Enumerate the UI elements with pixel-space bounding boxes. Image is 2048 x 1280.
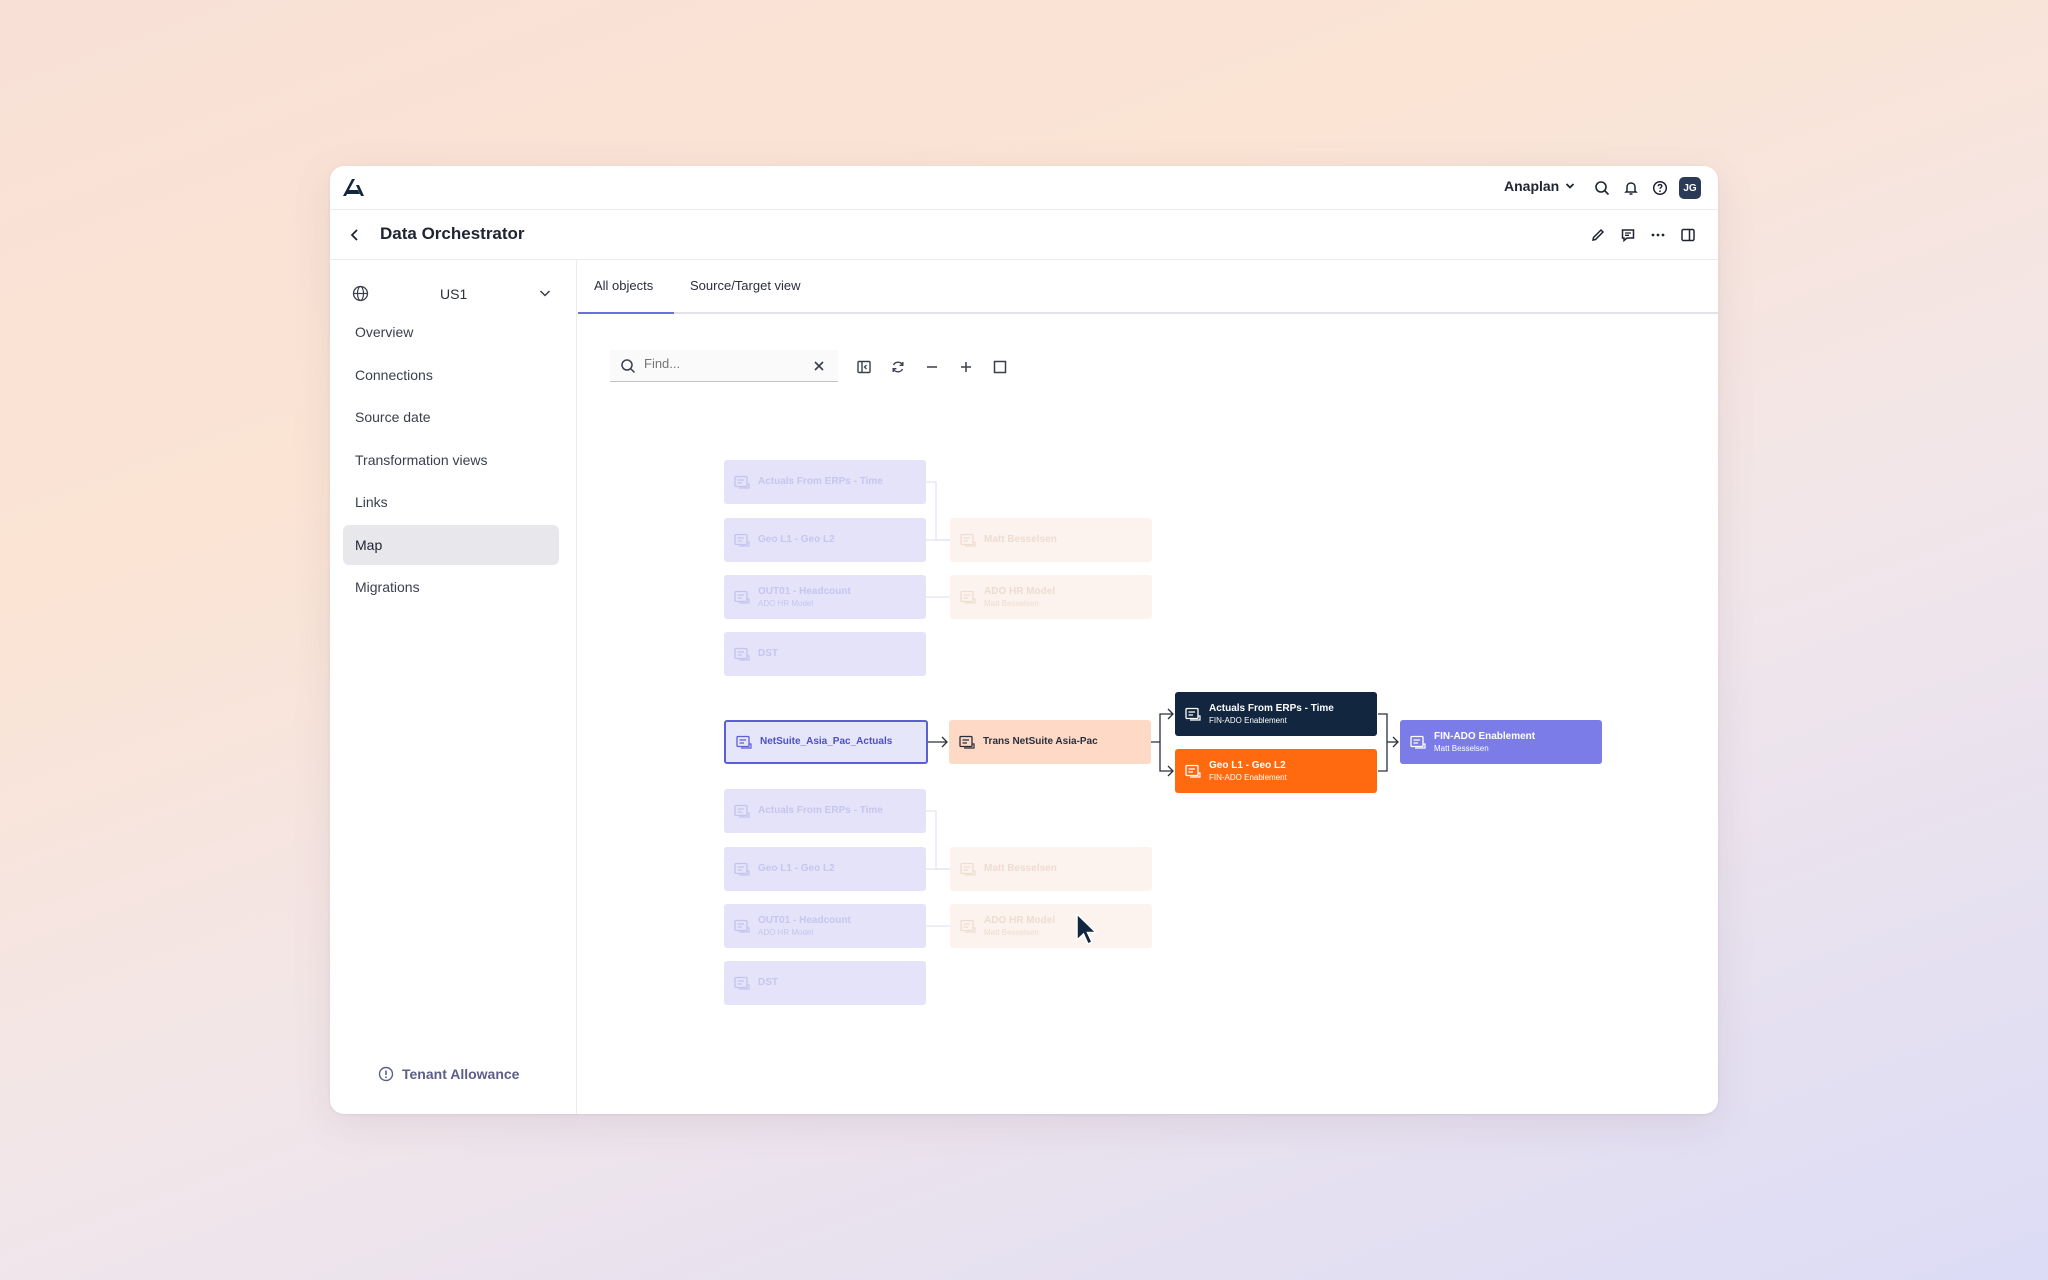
sidebar-item-migrations[interactable]: Migrations [343, 567, 559, 607]
map-node-faded[interactable]: Geo L1 - Geo L2 [724, 847, 926, 891]
user-avatar[interactable]: JG [1679, 177, 1701, 199]
sidebar-nav: Overview Connections Source date Transfo… [343, 312, 559, 610]
pencil-icon[interactable] [1588, 225, 1607, 244]
node-title: Actuals From ERPs - Time [1209, 703, 1334, 715]
back-arrow-icon[interactable] [346, 226, 364, 244]
map-node-faded[interactable]: Actuals From ERPs - Time [724, 789, 926, 833]
table-icon [734, 862, 750, 876]
map-node-faded[interactable]: ADO HR Model Matt Besselsen [950, 575, 1152, 619]
node-title: Trans NetSuite Asia-Pac [983, 736, 1098, 748]
map-node-faded[interactable]: OUT01 - Headcount ADO HR Model [724, 904, 926, 948]
map-node-transform[interactable]: Trans NetSuite Asia-Pac [949, 720, 1151, 764]
node-title: NetSuite_Asia_Pac_Actuals [760, 736, 893, 748]
node-title: OUT01 - Headcount [758, 586, 851, 598]
top-bar: Anaplan JG [330, 166, 1718, 210]
region-selector[interactable]: US1 [352, 280, 557, 308]
anaplan-logo-icon[interactable] [340, 176, 366, 198]
table-icon [734, 647, 750, 661]
node-subtitle: ADO HR Model [758, 598, 814, 608]
node-title: Geo L1 - Geo L2 [758, 534, 835, 546]
more-options-icon[interactable] [1648, 225, 1667, 244]
node-title: Matt Besselsen [984, 863, 1057, 875]
map-node-faded[interactable]: Matt Besselsen [950, 847, 1152, 891]
globe-icon [352, 285, 369, 302]
map-node-faded[interactable]: ADO HR Model Matt Besselsen [950, 904, 1152, 948]
tenant-allowance-label: Tenant Allowance [402, 1066, 520, 1082]
comment-icon[interactable] [1618, 225, 1637, 244]
table-icon [1185, 764, 1201, 778]
chevron-down-icon [1566, 183, 1575, 189]
node-subtitle: Matt Besselsen [984, 598, 1039, 608]
side-panel-icon[interactable] [1678, 225, 1697, 244]
app-window: Anaplan JG Data Orchestrator US1 Overvie… [330, 166, 1718, 1114]
region-label: US1 [440, 286, 468, 302]
info-icon [378, 1066, 394, 1082]
sidebar-item-overview[interactable]: Overview [343, 312, 559, 352]
bell-icon[interactable] [1621, 179, 1640, 198]
table-icon [959, 735, 975, 749]
node-title: FIN-ADO Enablement [1434, 731, 1536, 743]
sidebar-item-links[interactable]: Links [343, 482, 559, 522]
sidebar-item-transformation-views[interactable]: Transformation views [343, 440, 559, 480]
table-icon [1185, 707, 1201, 721]
sidebar-item-source-date[interactable]: Source date [343, 397, 559, 437]
map-node-faded[interactable]: Actuals From ERPs - Time [724, 460, 926, 504]
node-title: DST [758, 648, 778, 660]
table-icon [734, 976, 750, 990]
node-title: Actuals From ERPs - Time [758, 476, 883, 488]
node-title: DST [758, 977, 778, 989]
table-icon [960, 533, 976, 547]
table-icon [734, 590, 750, 604]
map-node-faded[interactable]: DST [724, 632, 926, 676]
map-node-faded[interactable]: Matt Besselsen [950, 518, 1152, 562]
sidebar: US1 Overview Connections Source date Tra… [330, 260, 577, 1114]
map-node-faded[interactable]: DST [724, 961, 926, 1005]
table-icon [960, 862, 976, 876]
node-title: ADO HR Model [984, 586, 1056, 598]
table-icon [960, 919, 976, 933]
map-node-output[interactable]: Actuals From ERPs - Time FIN-ADO Enableme… [1175, 692, 1377, 736]
help-icon[interactable] [1650, 179, 1669, 198]
node-subtitle: FIN-ADO Enablement [1209, 715, 1287, 725]
table-icon [1410, 735, 1426, 749]
table-icon [734, 919, 750, 933]
node-subtitle: Matt Besselsen [984, 927, 1039, 937]
tenant-allowance-link[interactable]: Tenant Allowance [378, 1066, 519, 1082]
map-node-output[interactable]: Geo L1 - Geo L2 FIN-ADO Enablement [1175, 749, 1377, 793]
table-icon [734, 475, 750, 489]
table-icon [736, 735, 752, 749]
map-node-source[interactable]: NetSuite_Asia_Pac_Actuals [724, 720, 928, 764]
node-title: Geo L1 - Geo L2 [758, 863, 835, 875]
node-title: OUT01 - Headcount [758, 915, 851, 927]
tenant-name: Anaplan [1504, 178, 1560, 194]
title-bar: Data Orchestrator [330, 210, 1718, 260]
table-icon [734, 804, 750, 818]
map-node-target[interactable]: FIN-ADO Enablement Matt Besselsen [1400, 720, 1602, 764]
chevron-down-icon [539, 290, 551, 297]
node-title: Matt Besselsen [984, 534, 1057, 546]
sidebar-item-connections[interactable]: Connections [343, 355, 559, 395]
node-title: Geo L1 - Geo L2 [1209, 760, 1286, 772]
table-icon [960, 590, 976, 604]
search-icon[interactable] [1592, 179, 1611, 198]
page-title: Data Orchestrator [380, 224, 525, 243]
node-title: ADO HR Model [984, 915, 1056, 927]
table-icon [734, 533, 750, 547]
mouse-cursor-icon [1076, 912, 1098, 946]
node-subtitle: ADO HR Model [758, 927, 814, 937]
node-subtitle: Matt Besselsen [1434, 743, 1489, 753]
node-subtitle: FIN-ADO Enablement [1209, 772, 1287, 782]
sidebar-item-map[interactable]: Map [343, 524, 559, 565]
map-node-faded[interactable]: OUT01 - Headcount ADO HR Model [724, 575, 926, 619]
node-title: Actuals From ERPs - Time [758, 805, 883, 817]
map-node-faded[interactable]: Geo L1 - Geo L2 [724, 518, 926, 562]
main-content: All objects Source/Target view Find... A… [578, 260, 1718, 1114]
tenant-switcher[interactable]: Anaplan [1504, 178, 1575, 194]
